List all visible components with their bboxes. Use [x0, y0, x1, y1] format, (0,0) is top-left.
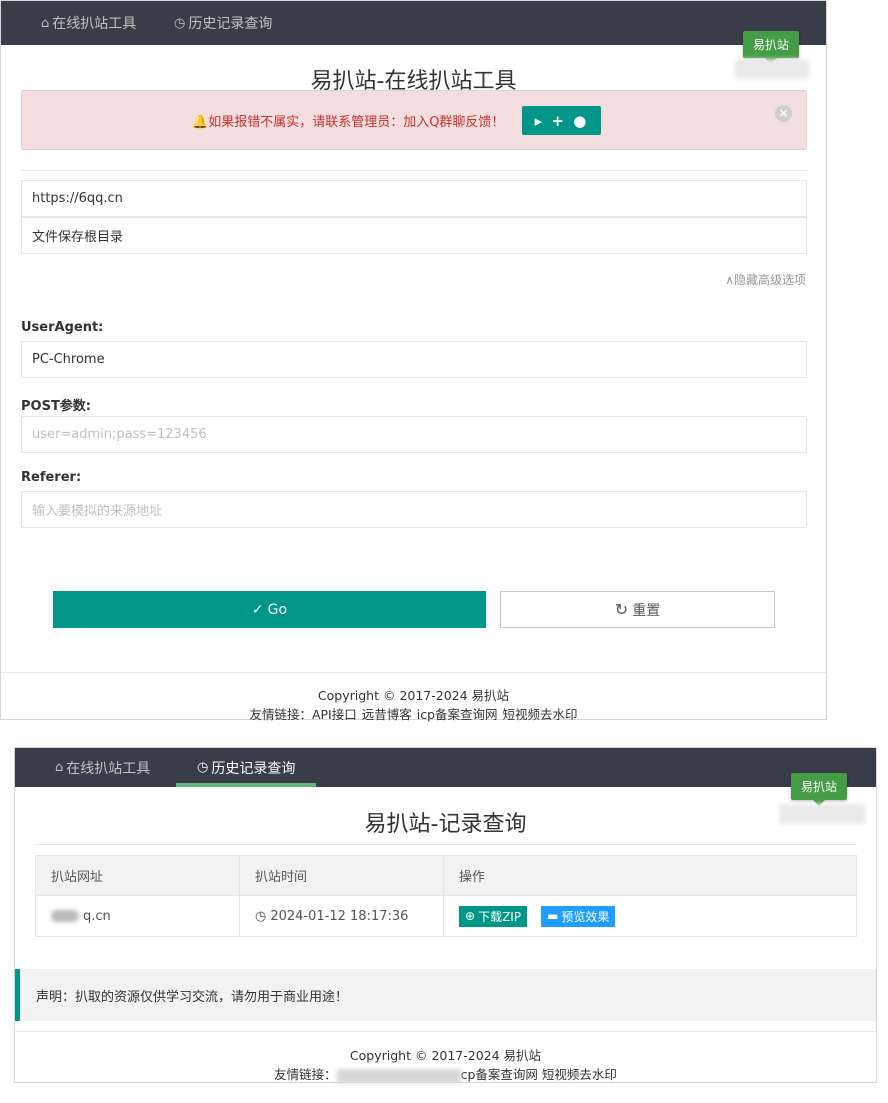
nav-tool-label: 在线扒站工具	[66, 760, 151, 777]
table-header: 扒站网址 扒站时间 操作	[36, 856, 856, 896]
useragent-select[interactable]: PC-Chrome	[21, 341, 807, 378]
toggle-advanced-options[interactable]: ∧隐藏高级选项	[725, 271, 806, 288]
footer-link-watermark[interactable]: 短视频去水印	[503, 704, 578, 723]
footer-links: 友情链接： cp备案查询网 短视频去水印	[15, 1064, 876, 1083]
clock-icon: ◷	[174, 15, 186, 31]
post-label: POST参数:	[21, 399, 92, 414]
join-qq-group-button[interactable]: ▸ + ●	[522, 106, 601, 135]
download-zip-button[interactable]: ⊕ 下载ZIP	[459, 905, 528, 927]
useragent-label: UserAgent:	[21, 320, 104, 335]
nav-history[interactable]: ◷ 历史记录查询	[174, 1, 272, 45]
footer-links-label: 友情链接：	[249, 707, 312, 722]
blurred-links	[336, 1068, 461, 1083]
active-tab-indicator	[176, 783, 316, 787]
clock-icon: ◷	[255, 908, 267, 924]
refresh-icon: ↻	[614, 600, 629, 619]
top-navbar: ⌂ 在线扒站工具 ◷ 历史记录查询	[15, 748, 876, 787]
footer-links: 友情链接： API接口 远昔博客 icp备案查询网 短视频去水印	[1, 704, 826, 723]
history-table: 扒站网址 扒站时间 操作 q.cn ◷ 2024-01-12 18:17:36 ⊕…	[35, 855, 857, 937]
footer-link-icp[interactable]: icp备案查询网	[417, 704, 498, 723]
site-tag[interactable]: 易扒站	[743, 31, 800, 64]
bell-icon: 🔔	[192, 115, 209, 130]
reset-button[interactable]: ↻ 重置	[500, 591, 775, 628]
history-page-panel: ⌂ 在线扒站工具 ◷ 历史记录查询 易扒站 易扒站-记录查询 扒站网址 扒站时间…	[14, 747, 877, 1083]
footer-copyright: Copyright © 2017-2024 易扒站	[317, 688, 510, 703]
nav-history-label: 历史记录查询	[188, 16, 273, 32]
page-title: 易扒站-记录查询	[364, 812, 527, 837]
download-icon: ⊕	[465, 909, 476, 923]
footer-copyright: Copyright © 2017-2024 易扒站	[349, 1048, 542, 1063]
title-divider	[35, 844, 856, 845]
footer-link-api[interactable]: API接口	[312, 704, 357, 723]
row-time-cell: ◷ 2024-01-12 18:17:36	[240, 896, 444, 936]
referer-input[interactable]: 输入要模拟的来源地址	[21, 491, 807, 528]
footer-divider	[15, 1031, 876, 1032]
home-icon: ⌂	[55, 760, 64, 775]
nav-history[interactable]: ◷ 历史记录查询	[197, 748, 295, 787]
footer-divider	[1, 672, 826, 673]
reset-button-label: 重置	[632, 602, 661, 619]
row-url-cell: q.cn	[36, 896, 240, 936]
nav-tool-label: 在线扒站工具	[52, 16, 137, 32]
footer-link-blog[interactable]: 远昔博客	[362, 704, 412, 723]
close-circle-icon[interactable]: ×	[775, 105, 792, 122]
header-actions: 操作	[459, 870, 486, 885]
nav-history-label: 历史记录查询	[211, 760, 296, 777]
header-url: 扒站网址	[36, 856, 240, 895]
nav-tool[interactable]: ⌂ 在线扒站工具	[41, 1, 136, 45]
home-icon: ⌂	[41, 15, 50, 31]
check-icon: ✓	[251, 601, 264, 618]
preview-button[interactable]: ▬ 预览效果	[541, 905, 616, 927]
feedback-alert: 🔔如果报错不属实，请联系管理员：加入Q群聊反馈！ ▸ + ● ×	[21, 90, 807, 150]
go-button-label: Go	[267, 601, 288, 618]
tool-page-panel: ⌂ 在线扒站工具 ◷ 历史记录查询 易扒站 易扒站-在线扒站工具 🔔如果报错不属…	[0, 0, 827, 723]
preview-icon: ▬	[547, 909, 559, 923]
url-input[interactable]: https://6qq.cn	[21, 180, 807, 217]
row-time: 2024-01-12 18:17:36	[270, 908, 409, 924]
clock-icon: ◷	[197, 760, 209, 775]
save-dir-input[interactable]: 文件保存根目录	[21, 217, 807, 254]
divider	[21, 170, 807, 171]
header-time: 扒站时间	[240, 856, 444, 895]
table-row: q.cn ◷ 2024-01-12 18:17:36 ⊕ 下载ZIP ▬ 预览效果	[36, 896, 856, 936]
post-input[interactable]: user=admin;pass=123456	[21, 416, 807, 453]
site-tag[interactable]: 易扒站	[791, 773, 848, 806]
row-actions-cell: ⊕ 下载ZIP ▬ 预览效果	[444, 896, 856, 936]
footer-links-label: 友情链接：	[274, 1067, 337, 1082]
footer-visible-links[interactable]: cp备案查询网 短视频去水印	[461, 1067, 617, 1082]
blurred-text	[51, 910, 79, 922]
top-navbar: ⌂ 在线扒站工具 ◷ 历史记录查询	[1, 1, 826, 45]
go-button[interactable]: ✓ Go	[53, 591, 486, 628]
referer-label: Referer:	[21, 470, 82, 485]
row-url: q.cn	[83, 908, 111, 924]
nav-tool[interactable]: ⌂ 在线扒站工具	[55, 748, 150, 787]
disclaimer-notice: 声明：扒取的资源仅供学习交流，请勿用于商业用途！	[15, 969, 876, 1021]
alert-message: 🔔如果报错不属实，请联系管理员：加入Q群聊反馈！	[192, 115, 505, 130]
